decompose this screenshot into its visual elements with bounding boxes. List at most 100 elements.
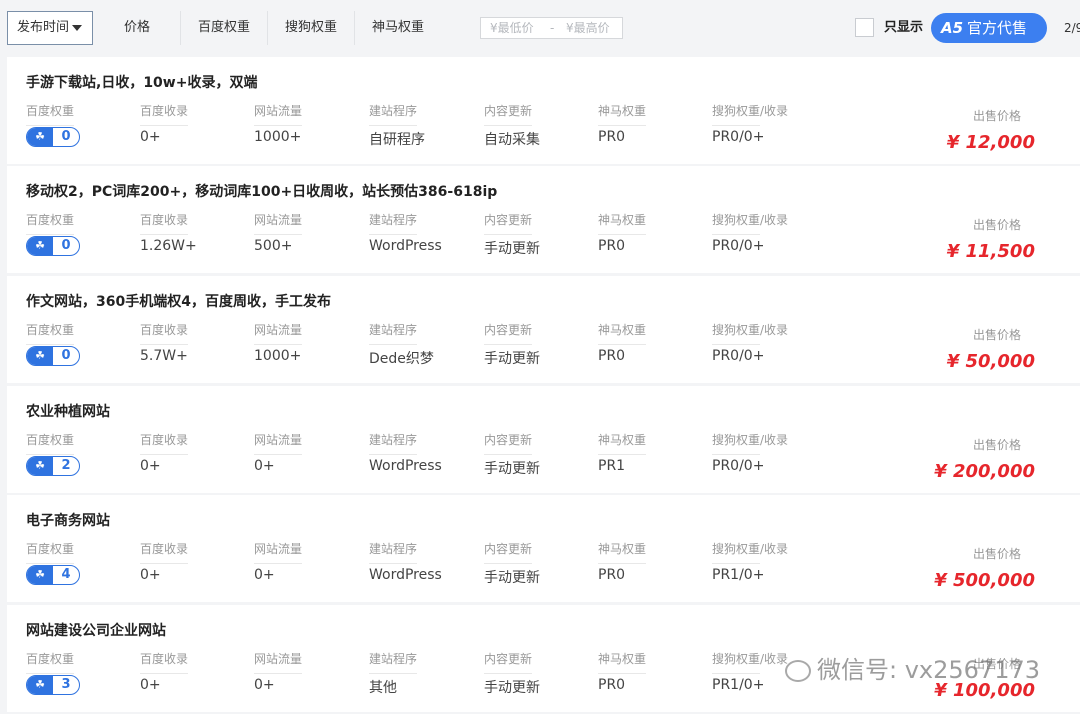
cms-label: 建站程序 <box>369 102 417 126</box>
site-traffic-label: 网站流量 <box>254 540 302 564</box>
price-max-input[interactable]: ¥最高价 <box>566 18 610 38</box>
sogou-weight-value: PR1/0+ <box>712 677 765 693</box>
cms-label: 建站程序 <box>369 540 417 564</box>
site-traffic-label: 网站流量 <box>254 102 302 126</box>
listing-title[interactable]: 网站建设公司企业网站 <box>26 620 166 640</box>
sogou-weight-value: PR0/0+ <box>712 348 765 364</box>
shenma-weight-value: PR1 <box>598 458 626 474</box>
tab-shenma-weight[interactable]: 神马权重 <box>355 11 441 45</box>
sogou-weight-value: PR0/0+ <box>712 129 765 145</box>
filter-bar: 发布时间 价格 百度权重 搜狗权重 神马权重 ¥最低价 - ¥最高价 只显示 A… <box>0 0 1080 56</box>
shenma-weight-label: 神马权重 <box>598 650 646 674</box>
baidu-index-value: 0+ <box>140 129 161 145</box>
caret-down-icon <box>72 25 82 31</box>
sale-price: ¥ 50,000 <box>946 351 1035 372</box>
baidu-weight-badge: ☘ 4 <box>26 565 80 585</box>
baidu-weight-badge: ☘ 3 <box>26 675 80 695</box>
baidu-paw-icon: ☘ <box>27 566 53 584</box>
baidu-paw-icon: ☘ <box>27 347 53 365</box>
baidu-index-value: 0+ <box>140 677 161 693</box>
listing-card[interactable]: 手游下载站,日收，10w+收录，双端百度权重 ☘ 0 百度收录 0+ 网站流量 1000+ 建… <box>7 57 1080 164</box>
content-update-value: 手动更新 <box>484 351 540 367</box>
sale-price-label: 出售价格 <box>973 547 1022 561</box>
shenma-weight-value: PR0 <box>598 238 626 254</box>
price-range-input[interactable]: ¥最低价 - ¥最高价 <box>480 17 623 39</box>
site-traffic-value: 0+ <box>254 567 275 583</box>
cms-value: WordPress <box>369 238 442 254</box>
tab-sogou-weight[interactable]: 搜狗权重 <box>268 11 355 45</box>
cms-value: 自研程序 <box>369 132 425 148</box>
official-agent-button[interactable]: A5 官方代售 <box>931 13 1047 43</box>
baidu-index-value: 1.26W+ <box>140 238 197 254</box>
listing-card[interactable]: 农业种植网站 百度权重 ☘ 2 百度收录 0+ 网站流量 0+ 建站程序 WordPress 内容更… <box>7 386 1080 493</box>
baidu-weight-badge: ☘ 2 <box>26 456 80 476</box>
baidu-weight-value: 0 <box>61 348 71 363</box>
sort-dropdown[interactable]: 发布时间 <box>7 11 93 45</box>
page-indicator: 2/9 <box>1064 21 1080 35</box>
content-update-value: 手动更新 <box>484 241 540 257</box>
sale-price-label: 出售价格 <box>973 218 1022 232</box>
listing-title[interactable]: 农业种植网站 <box>26 401 110 421</box>
baidu-index-label: 百度收录 <box>140 211 188 235</box>
only-show-label: 只显示 <box>884 20 924 35</box>
site-traffic-value: 1000+ <box>254 129 302 145</box>
listing-title[interactable]: 作文网站，360手机端权4，百度周收，手工发布 <box>26 291 331 311</box>
listing-card[interactable]: 作文网站，360手机端权4，百度周收，手工发布 百度权重 ☘ 0 百度收录 5.7W+ 网站… <box>7 276 1080 383</box>
baidu-index-value: 0+ <box>140 458 161 474</box>
official-agent-label: 官方代售 <box>967 19 1028 37</box>
baidu-weight-value: 4 <box>61 567 71 582</box>
baidu-index-label: 百度收录 <box>140 102 188 126</box>
only-show-checkbox[interactable] <box>855 18 874 37</box>
baidu-weight-badge: ☘ 0 <box>26 127 80 147</box>
content-update-label: 内容更新 <box>484 650 532 674</box>
content-update-label: 内容更新 <box>484 102 532 126</box>
site-traffic-value: 0+ <box>254 677 275 693</box>
listing-card[interactable]: 电子商务网站 百度权重 ☘ 4 百度收录 0+ 网站流量 0+ 建站程序 WordPress 内容更… <box>7 495 1080 602</box>
baidu-paw-icon: ☘ <box>27 128 53 146</box>
baidu-weight-label: 百度权重 <box>26 321 74 345</box>
cms-value: 其他 <box>369 680 397 696</box>
baidu-paw-icon: ☘ <box>27 237 53 255</box>
site-traffic-value: 1000+ <box>254 348 302 364</box>
sogou-weight-label: 搜狗权重/收录 <box>712 321 788 345</box>
baidu-weight-label: 百度权重 <box>26 540 74 564</box>
baidu-index-label: 百度收录 <box>140 540 188 564</box>
tab-baidu-weight[interactable]: 百度权重 <box>181 11 268 45</box>
sale-price: ¥ 500,000 <box>934 570 1035 591</box>
content-update-value: 手动更新 <box>484 461 540 477</box>
wechat-watermark: 微信号: vx2567173 <box>785 650 1040 685</box>
sale-price-label: 出售价格 <box>973 109 1022 123</box>
baidu-weight-badge: ☘ 0 <box>26 236 80 256</box>
listing-card[interactable]: 移动权2，PC词库200+，移动词库100+日收周收，站长预估386-618ip… <box>7 166 1080 273</box>
cms-label: 建站程序 <box>369 321 417 345</box>
baidu-weight-value: 3 <box>61 677 71 692</box>
baidu-weight-value: 2 <box>61 458 71 473</box>
sogou-weight-value: PR0/0+ <box>712 238 765 254</box>
price-separator: - <box>550 21 555 35</box>
cms-value: Dede织梦 <box>369 351 434 367</box>
baidu-paw-icon: ☘ <box>27 457 53 475</box>
sogou-weight-value: PR1/0+ <box>712 567 765 583</box>
sogou-weight-label: 搜狗权重/收录 <box>712 211 788 235</box>
price-min-input[interactable]: ¥最低价 <box>490 18 534 38</box>
listing-title[interactable]: 电子商务网站 <box>26 510 110 530</box>
listing-title[interactable]: 移动权2，PC词库200+，移动词库100+日收周收，站长预估386-618ip <box>26 181 497 201</box>
site-traffic-label: 网站流量 <box>254 211 302 235</box>
baidu-weight-label: 百度权重 <box>26 102 74 126</box>
cms-label: 建站程序 <box>369 650 417 674</box>
shenma-weight-label: 神马权重 <box>598 211 646 235</box>
listing-title[interactable]: 手游下载站,日收，10w+收录，双端 <box>26 72 257 92</box>
shenma-weight-label: 神马权重 <box>598 102 646 126</box>
cms-label: 建站程序 <box>369 431 417 455</box>
content-update-value: 手动更新 <box>484 570 540 586</box>
cms-label: 建站程序 <box>369 211 417 235</box>
baidu-index-value: 5.7W+ <box>140 348 188 364</box>
sale-price: ¥ 12,000 <box>946 132 1035 153</box>
sogou-weight-label: 搜狗权重/收录 <box>712 102 788 126</box>
baidu-weight-badge: ☘ 0 <box>26 346 80 366</box>
sale-price: ¥ 11,500 <box>946 241 1035 262</box>
shenma-weight-value: PR0 <box>598 348 626 364</box>
site-traffic-label: 网站流量 <box>254 321 302 345</box>
sale-price: ¥ 200,000 <box>934 461 1035 482</box>
tab-price[interactable]: 价格 <box>94 11 181 45</box>
